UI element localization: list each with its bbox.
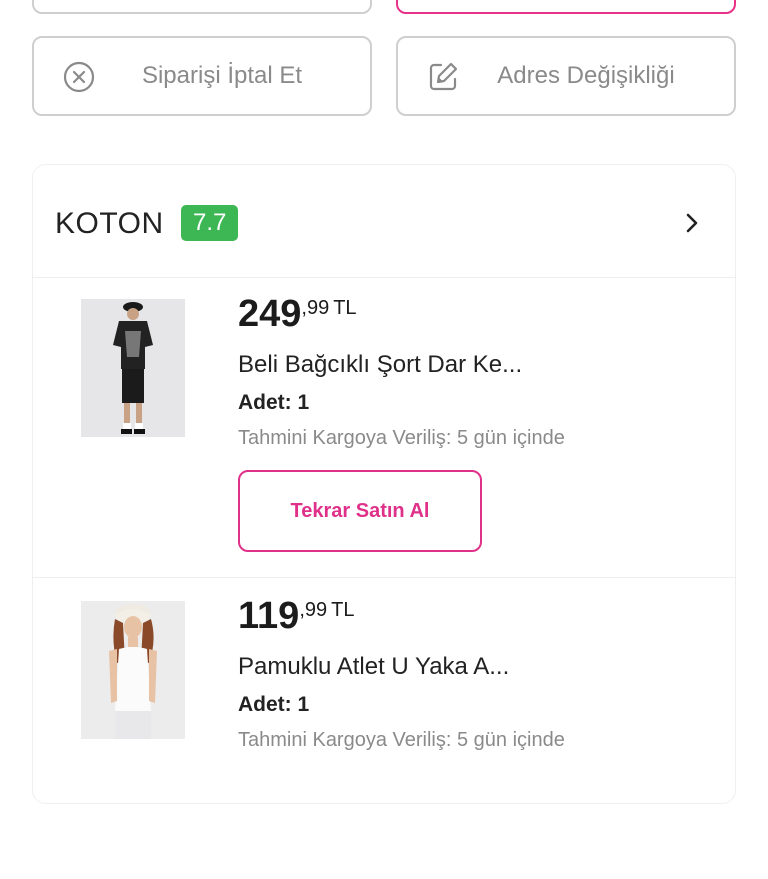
- cancel-order-label: Siparişi İptal Et: [141, 62, 303, 89]
- cancel-order-button[interactable]: Siparişi İptal Et: [32, 36, 372, 116]
- seller-name: KOTON: [55, 207, 164, 240]
- product-price: 119,99 TL: [238, 595, 354, 638]
- product-quantity: Adet: 1: [238, 391, 310, 414]
- price-decimal: ,99: [301, 297, 330, 319]
- product-price: 249,99 TL: [238, 293, 357, 336]
- address-change-button[interactable]: Adres Değişikliği: [396, 36, 736, 116]
- estimated-shipping: Tahmini Kargoya Veriliş: 5 gün içinde: [238, 729, 565, 751]
- price-integer: 119: [238, 595, 300, 637]
- seller-order-card: KOTON 7.7 249,99 TL Beli Bağcıklı Şort D…: [32, 164, 736, 804]
- price-currency: TL: [331, 599, 355, 621]
- order-item: 249,99 TL Beli Bağcıklı Şort Dar Ke... Ad…: [33, 277, 735, 578]
- estimated-shipping: Tahmini Kargoya Veriliş: 5 gün içinde: [238, 427, 565, 449]
- price-integer: 249: [238, 293, 302, 335]
- buy-again-button[interactable]: Tekrar Satın Al: [238, 470, 482, 552]
- price-decimal: ,99: [299, 599, 328, 621]
- seller-header[interactable]: KOTON 7.7: [33, 165, 735, 278]
- order-item: 119,99 TL Pamuklu Atlet U Yaka A... Adet:…: [33, 579, 735, 879]
- chevron-right-icon[interactable]: [683, 211, 701, 235]
- product-image[interactable]: [81, 601, 185, 739]
- seller-score-badge: 7.7: [181, 205, 239, 241]
- product-name[interactable]: Pamuklu Atlet U Yaka A...: [238, 653, 509, 681]
- price-currency: TL: [333, 297, 357, 319]
- product-name[interactable]: Beli Bağcıklı Şort Dar Ke...: [238, 351, 522, 379]
- product-image[interactable]: [81, 299, 185, 437]
- top-left-button[interactable]: [32, 0, 372, 14]
- top-right-button[interactable]: [396, 0, 736, 14]
- product-quantity: Adet: 1: [238, 693, 310, 716]
- address-change-label: Adres Değişikliği: [497, 62, 675, 89]
